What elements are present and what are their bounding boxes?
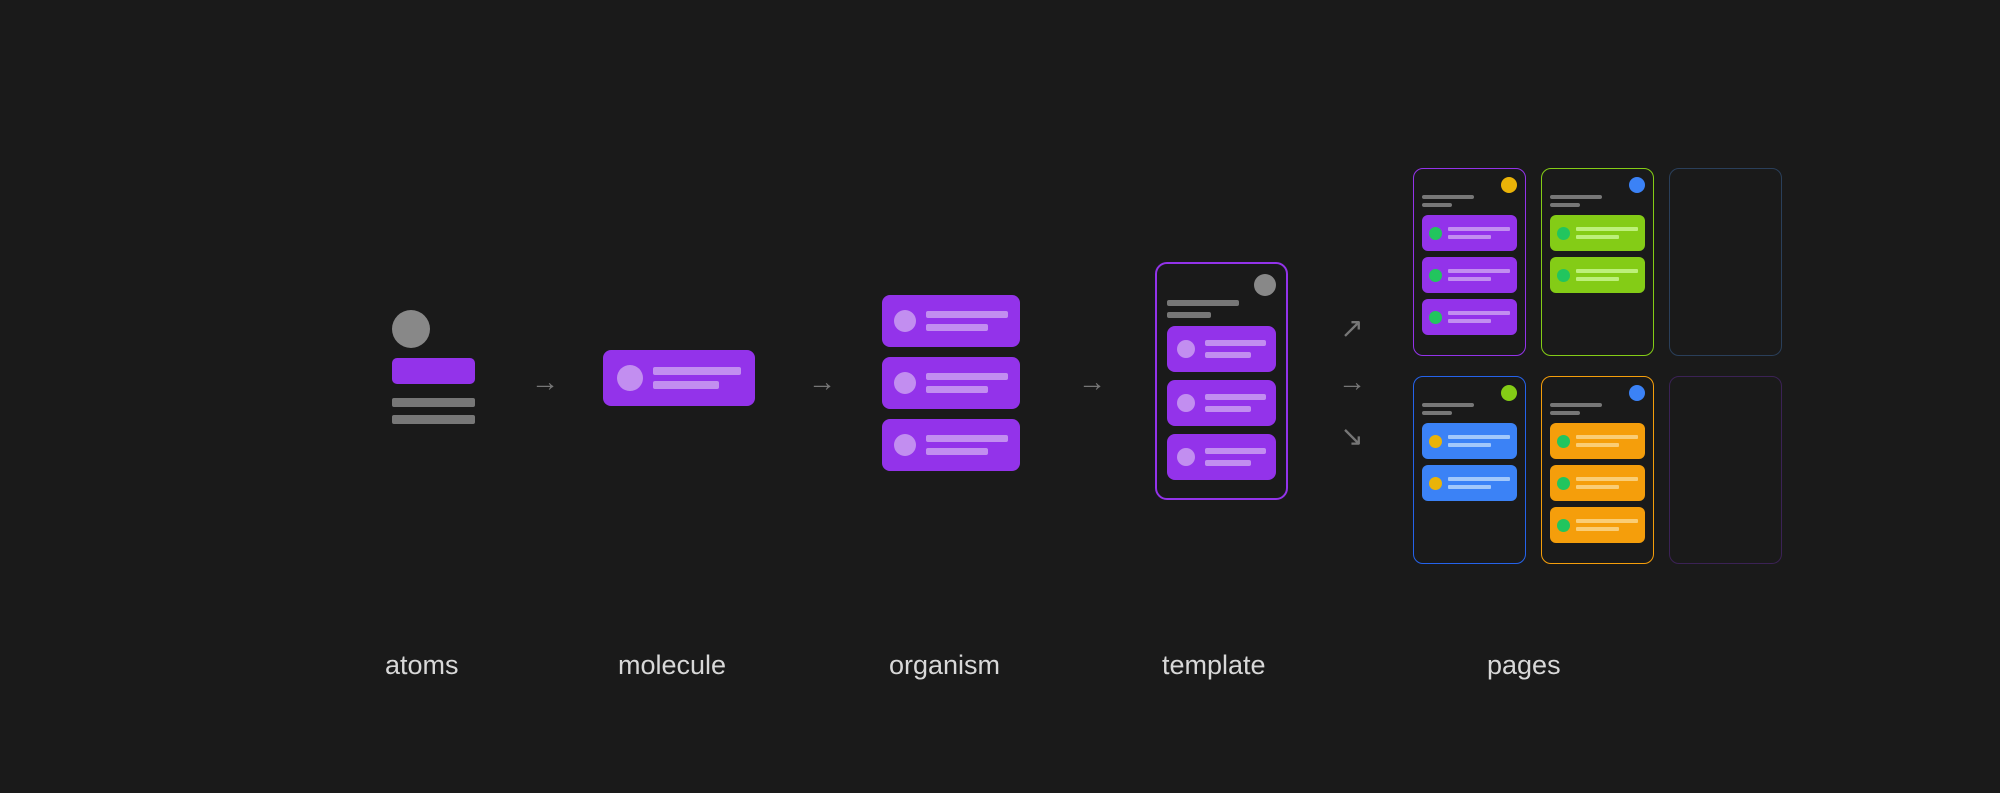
card-text-lines	[926, 311, 1008, 331]
avatar-dot	[1429, 435, 1442, 448]
page-variant-purple	[1413, 168, 1526, 356]
arrow-right-icon: →	[531, 366, 559, 398]
avatar-dot	[1557, 435, 1570, 448]
avatar-dot	[617, 365, 643, 391]
page-header	[1422, 385, 1517, 417]
page-card	[1422, 257, 1517, 293]
label-atoms: atoms	[385, 650, 459, 681]
header-line	[1422, 411, 1452, 415]
avatar-dot	[1557, 269, 1570, 282]
page-card	[1422, 215, 1517, 251]
card-text-lines	[1205, 448, 1266, 466]
avatar-dot	[1429, 311, 1442, 324]
arrow-right-icon: →	[1338, 366, 1366, 398]
page-card	[1550, 423, 1645, 459]
page-card	[1422, 299, 1517, 335]
page-variant-green	[1541, 168, 1654, 356]
stage-pages	[1413, 168, 1782, 564]
card-text-lines	[1205, 394, 1266, 412]
template-header	[1167, 274, 1276, 318]
stage-template	[1155, 262, 1288, 500]
card-text-lines	[926, 435, 1008, 455]
avatar-dot	[1177, 394, 1195, 412]
atomic-design-diagram: → → → ↗ → ↘	[0, 0, 2000, 793]
avatar-dot	[894, 310, 916, 332]
atom-circle-shape	[392, 310, 430, 348]
organism-card	[882, 419, 1020, 471]
stage-atoms	[392, 310, 475, 424]
profile-avatar	[1629, 385, 1645, 401]
page-variant-ghost	[1669, 376, 1782, 564]
page-card	[1550, 215, 1645, 251]
template-card	[1167, 326, 1276, 372]
atom-bar-shape	[392, 358, 475, 384]
page-header	[1550, 177, 1645, 209]
arrow-up-right-icon: ↗	[1340, 312, 1363, 345]
profile-avatar	[1254, 274, 1276, 296]
label-pages: pages	[1487, 650, 1561, 681]
header-line	[1167, 312, 1211, 318]
avatar-dot	[1177, 448, 1195, 466]
avatar-dot	[1557, 519, 1570, 532]
arrow-right-icon: →	[1078, 366, 1106, 398]
header-line	[1422, 403, 1474, 407]
profile-avatar	[1501, 177, 1517, 193]
label-molecule: molecule	[618, 650, 726, 681]
header-line	[1550, 403, 1602, 407]
header-line	[1422, 195, 1474, 199]
stage-molecule	[603, 350, 755, 406]
card-text-lines	[1205, 340, 1266, 358]
arrow-down-right-icon: ↘	[1340, 420, 1363, 453]
header-line	[1422, 203, 1452, 207]
page-card	[1550, 257, 1645, 293]
page-header	[1422, 177, 1517, 209]
avatar-dot	[1557, 477, 1570, 490]
organism-card	[882, 295, 1020, 347]
header-line	[1167, 300, 1239, 306]
header-line	[1550, 411, 1580, 415]
avatar-dot	[1429, 269, 1442, 282]
page-header	[1550, 385, 1645, 417]
avatar-dot	[1177, 340, 1195, 358]
page-variant-orange	[1541, 376, 1654, 564]
label-template: template	[1162, 650, 1266, 681]
molecule-card	[603, 350, 755, 406]
label-organism: organism	[889, 650, 1000, 681]
template-card	[1167, 434, 1276, 480]
arrow-right-icon: →	[808, 366, 836, 398]
atom-text-lines	[392, 398, 475, 424]
card-text-lines	[926, 373, 1008, 393]
avatar-dot	[1429, 227, 1442, 240]
profile-avatar	[1501, 385, 1517, 401]
stage-organism	[882, 295, 1020, 471]
header-line	[1550, 203, 1580, 207]
profile-avatar	[1629, 177, 1645, 193]
page-variant-blue	[1413, 376, 1526, 564]
avatar-dot	[894, 372, 916, 394]
page-card	[1550, 465, 1645, 501]
page-variant-ghost	[1669, 168, 1782, 356]
header-line	[1550, 195, 1602, 199]
avatar-dot	[894, 434, 916, 456]
avatar-dot	[1429, 477, 1442, 490]
avatar-dot	[1557, 227, 1570, 240]
page-card	[1550, 507, 1645, 543]
organism-card	[882, 357, 1020, 409]
page-card	[1422, 465, 1517, 501]
page-card	[1422, 423, 1517, 459]
card-text-lines	[653, 367, 741, 389]
template-card	[1167, 380, 1276, 426]
